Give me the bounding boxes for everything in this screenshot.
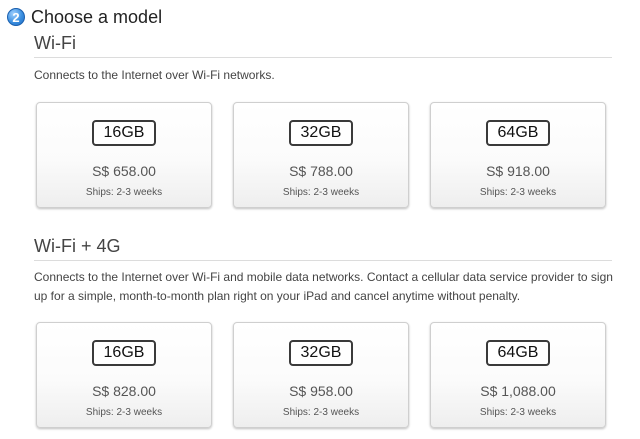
capacity-label: 64GB [486, 340, 550, 366]
ships-label: Ships: 2-3 weeks [85, 187, 163, 198]
step-title: Choose a model [31, 6, 163, 27]
price-label: S$ 1,088.00 [480, 383, 556, 399]
capacity-label: 32GB [289, 340, 353, 366]
capacity-label: 16GB [92, 120, 156, 146]
price-label: S$ 788.00 [289, 163, 353, 179]
section-description-wifi: Connects to the Internet over Wi-Fi netw… [34, 68, 275, 82]
section-title-wifi-4g: Wi-Fi + 4G [34, 236, 121, 256]
capacity-label: 16GB [92, 340, 156, 366]
ships-label: Ships: 2-3 weeks [479, 407, 557, 418]
capacity-label: 64GB [486, 120, 550, 146]
section-divider [34, 260, 612, 261]
step-number-badge: 2 [7, 8, 25, 26]
price-label: S$ 918.00 [486, 163, 550, 179]
step-header: 2 Choose a model [7, 6, 162, 28]
price-label: S$ 958.00 [289, 383, 353, 399]
section-description-wifi-4g: Connects to the Internet over Wi-Fi and … [34, 270, 613, 303]
ships-label: Ships: 2-3 weeks [85, 407, 163, 418]
section-title-wifi: Wi-Fi [34, 33, 76, 53]
ships-label: Ships: 2-3 weeks [282, 187, 360, 198]
model-card-4g-64gb[interactable]: 64GB S$ 1,088.00 Ships: 2-3 weeks [430, 322, 606, 428]
model-card-4g-16gb[interactable]: 16GB S$ 828.00 Ships: 2-3 weeks [36, 322, 212, 428]
model-card-wifi-16gb[interactable]: 16GB S$ 658.00 Ships: 2-3 weeks [36, 102, 212, 208]
ships-label: Ships: 2-3 weeks [282, 407, 360, 418]
model-card-4g-32gb[interactable]: 32GB S$ 958.00 Ships: 2-3 weeks [233, 322, 409, 428]
model-card-wifi-64gb[interactable]: 64GB S$ 918.00 Ships: 2-3 weeks [430, 102, 606, 208]
price-label: S$ 658.00 [92, 163, 156, 179]
section-divider [34, 57, 612, 58]
price-label: S$ 828.00 [92, 383, 156, 399]
ships-label: Ships: 2-3 weeks [479, 187, 557, 198]
capacity-label: 32GB [289, 120, 353, 146]
model-card-wifi-32gb[interactable]: 32GB S$ 788.00 Ships: 2-3 weeks [233, 102, 409, 208]
